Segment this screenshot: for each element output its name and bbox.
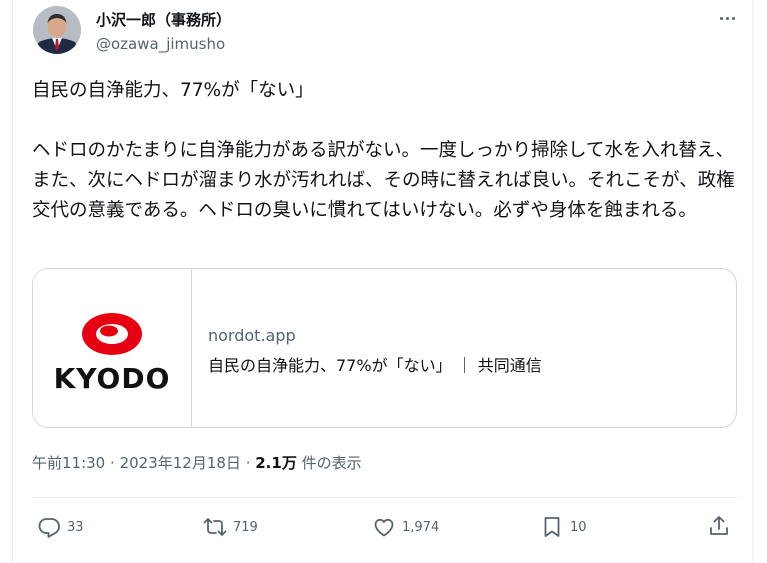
meta-dot: · bbox=[110, 454, 120, 472]
frame-left-border bbox=[12, 0, 13, 563]
reply-button[interactable]: 33 bbox=[37, 514, 84, 540]
author-handle[interactable]: @ozawa_jimusho bbox=[96, 35, 225, 53]
tweet-time[interactable]: 午前11:30 bbox=[32, 454, 105, 472]
views-label: 件の表示 bbox=[301, 454, 362, 472]
card-domain: nordot.app bbox=[208, 326, 296, 345]
divider bbox=[32, 497, 739, 498]
bookmark-icon bbox=[544, 517, 560, 537]
reply-count: 33 bbox=[67, 519, 84, 535]
author-display-name[interactable]: 小沢一郎（事務所） bbox=[96, 9, 231, 30]
retweet-count: 719 bbox=[233, 519, 258, 535]
bookmark-count: 10 bbox=[570, 519, 587, 535]
tweet-meta: 午前11:30 · 2023年12月18日 · 2.1万 件の表示 bbox=[32, 452, 362, 473]
retweet-icon bbox=[203, 518, 227, 536]
avatar-image bbox=[33, 6, 81, 54]
card-title: 自民の自浄能力、77%が「ない」 ｜ 共同通信 bbox=[208, 356, 542, 375]
retweet-button[interactable]: 719 bbox=[203, 514, 258, 540]
bookmark-button[interactable]: 10 bbox=[540, 514, 587, 540]
meta-dot: · bbox=[245, 454, 256, 472]
kyodo-logo: KYODO bbox=[33, 269, 192, 427]
like-button[interactable]: 1,974 bbox=[372, 514, 439, 540]
link-card[interactable]: KYODO nordot.app 自民の自浄能力、77%が「ない」 ｜ 共同通信 bbox=[32, 268, 737, 428]
kyodo-logo-text: KYODO bbox=[53, 362, 171, 395]
kyodo-logo-mark bbox=[82, 313, 142, 355]
avatar[interactable] bbox=[33, 6, 81, 54]
tweet-date[interactable]: 2023年12月18日 bbox=[120, 454, 241, 472]
frame-right-border bbox=[752, 0, 753, 563]
share-icon bbox=[710, 516, 728, 535]
views-count: 2.1万 bbox=[255, 454, 297, 472]
share-button[interactable] bbox=[707, 514, 731, 538]
like-count: 1,974 bbox=[402, 519, 440, 535]
more-icon[interactable] bbox=[714, 8, 740, 28]
like-icon bbox=[374, 518, 394, 537]
reply-icon bbox=[38, 518, 60, 538]
tweet-text: 自民の自浄能力、77%が「ない」 ヘドロのかたまりに自浄能力がある訳がない。一度… bbox=[32, 80, 735, 221]
